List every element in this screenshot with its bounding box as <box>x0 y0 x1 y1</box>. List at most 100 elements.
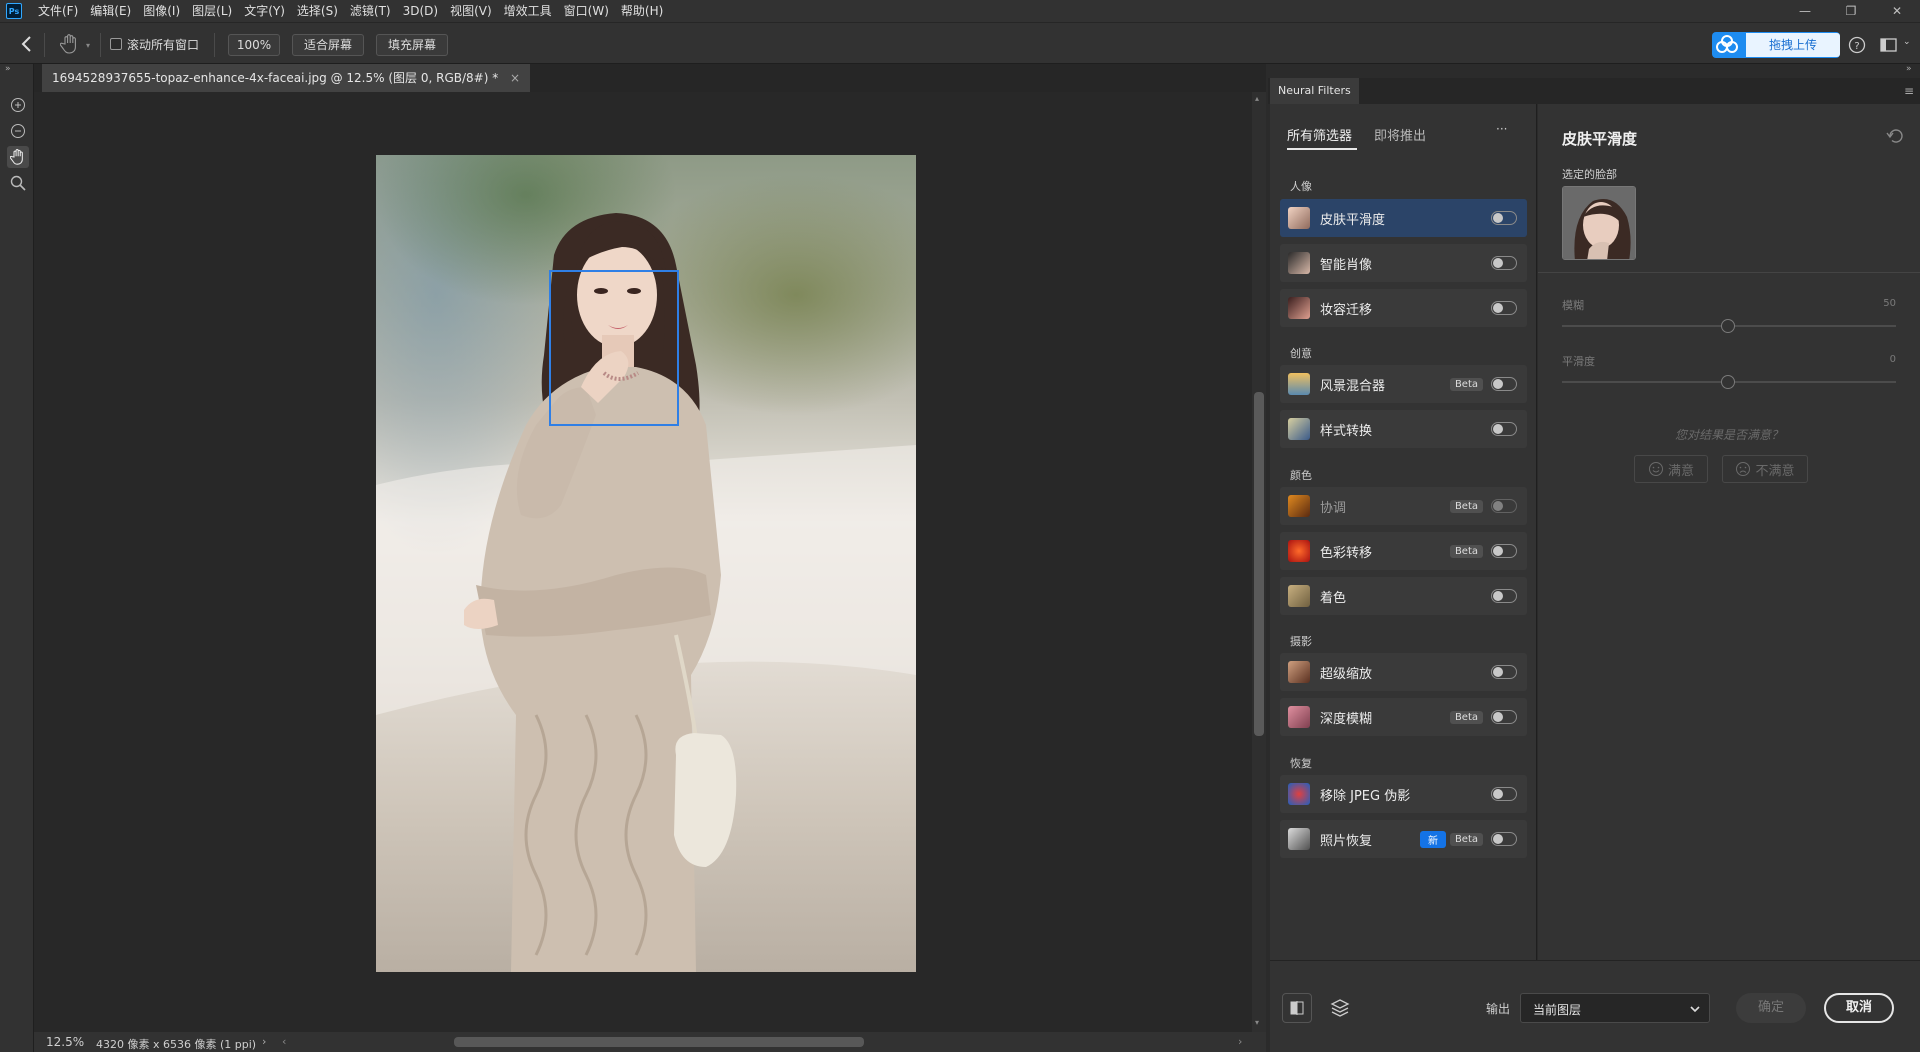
hand-icon[interactable] <box>7 146 29 168</box>
upload-label: 拖拽上传 <box>1746 33 1840 57</box>
output-label: 输出 <box>1486 1002 1511 1016</box>
fill-screen-button[interactable]: 填充屏幕 <box>376 34 448 56</box>
filter-toggle[interactable] <box>1491 301 1517 315</box>
collapse-tools-icon[interactable]: » <box>5 64 11 74</box>
filter-row-landscape-mixer[interactable]: 风景混合器 Beta <box>1280 365 1527 403</box>
photo-restore-thumbnail-icon <box>1288 828 1310 850</box>
workspace-icon[interactable] <box>1880 37 1898 53</box>
menu-select[interactable]: 选择(S) <box>291 0 344 22</box>
filter-toggle[interactable] <box>1491 787 1517 801</box>
super-zoom-thumbnail-icon <box>1288 661 1310 683</box>
smoothness-slider-handle[interactable] <box>1721 375 1735 389</box>
document-tab[interactable]: 1694528937655-topaz-enhance-4x-faceai.jp… <box>42 64 531 92</box>
collapse-panel-icon[interactable]: » <box>1906 64 1912 74</box>
menu-plugins[interactable]: 增效工具 <box>498 0 558 22</box>
filter-row-color-transfer[interactable]: 色彩转移 Beta <box>1280 532 1527 570</box>
harmonize-thumbnail-icon <box>1288 495 1310 517</box>
beta-badge: Beta <box>1449 377 1483 391</box>
filter-row-colorize[interactable]: 着色 <box>1280 577 1527 615</box>
filter-toggle[interactable] <box>1491 422 1517 436</box>
satisfied-button[interactable]: 满意 <box>1634 455 1708 483</box>
document-image <box>376 155 916 972</box>
zoom-in-icon[interactable] <box>7 94 29 116</box>
category-portrait: 人像 <box>1290 180 1312 193</box>
restore-icon[interactable]: ❐ <box>1828 0 1874 22</box>
makeup-thumbnail-icon <box>1288 297 1310 319</box>
filter-toggle[interactable] <box>1491 499 1517 513</box>
filter-row-style-transfer[interactable]: 样式转换 <box>1280 410 1527 448</box>
blur-value: 50 <box>1883 298 1896 309</box>
scroll-left-icon[interactable]: ‹ <box>282 1035 286 1048</box>
filter-toggle[interactable] <box>1491 832 1517 846</box>
filter-row-skin-smoothing[interactable]: 皮肤平滑度 <box>1280 199 1527 237</box>
zoom-out-icon[interactable] <box>7 120 29 142</box>
menu-edit[interactable]: 编辑(E) <box>84 0 137 22</box>
fit-screen-button[interactable]: 适合屏幕 <box>292 34 364 56</box>
filter-toggle[interactable] <box>1491 211 1517 225</box>
menu-bar: Ps 文件(F) 编辑(E) 图像(I) 图层(L) 文字(Y) 选择(S) 滤… <box>0 0 1920 22</box>
panel-menu-icon[interactable]: ≡ <box>1904 84 1914 98</box>
magnifier-icon[interactable] <box>7 172 29 194</box>
upload-button[interactable]: 拖拽上传 <box>1712 32 1840 58</box>
beta-badge: Beta <box>1449 544 1483 558</box>
skin-thumbnail-icon <box>1288 207 1310 229</box>
ok-button[interactable]: 确定 <box>1736 993 1806 1023</box>
more-options-icon[interactable]: ··· <box>1496 122 1507 136</box>
tab-all-filters[interactable]: 所有筛选器 <box>1287 125 1352 144</box>
filter-label: 色彩转移 <box>1320 545 1373 561</box>
filter-toggle[interactable] <box>1491 665 1517 679</box>
filter-row-depth-blur[interactable]: 深度模糊 Beta <box>1280 698 1527 736</box>
category-restore: 恢复 <box>1290 757 1312 770</box>
workspace-chevron-icon[interactable]: ⌄ <box>1903 37 1911 47</box>
menu-filter[interactable]: 滤镜(T) <box>344 0 397 22</box>
minimize-icon[interactable]: — <box>1782 0 1828 22</box>
filter-row-smart-portrait[interactable]: 智能肖像 <box>1280 244 1527 282</box>
vertical-scroll-thumb[interactable] <box>1254 392 1264 736</box>
filter-row-harmonization[interactable]: 协调 Beta <box>1280 487 1527 525</box>
filter-toggle[interactable] <box>1491 256 1517 270</box>
scroll-right-icon[interactable]: › <box>1238 1035 1242 1048</box>
filter-row-jpeg-removal[interactable]: 移除 JPEG 伪影 <box>1280 775 1527 813</box>
close-icon[interactable]: ✕ <box>1874 0 1920 22</box>
feedback-question: 您对结果是否满意？ <box>1674 428 1783 442</box>
menu-layer[interactable]: 图层(L) <box>186 0 238 22</box>
filter-row-makeup-transfer[interactable]: 妆容迁移 <box>1280 289 1527 327</box>
menu-type[interactable]: 文字(Y) <box>238 0 291 22</box>
layers-icon[interactable] <box>1330 998 1350 1018</box>
unsatisfied-button[interactable]: 不满意 <box>1722 455 1808 483</box>
cancel-button[interactable]: 取消 <box>1824 993 1894 1023</box>
scroll-all-checkbox[interactable] <box>110 38 122 50</box>
menu-image[interactable]: 图像(I) <box>137 0 186 22</box>
blur-slider-handle[interactable] <box>1721 319 1735 333</box>
filter-toggle[interactable] <box>1491 544 1517 558</box>
help-icon[interactable]: ? <box>1848 36 1866 54</box>
filter-toggle[interactable] <box>1491 710 1517 724</box>
menu-3d[interactable]: 3D(D) <box>397 0 444 22</box>
preview-toggle-button[interactable] <box>1282 993 1312 1023</box>
output-select[interactable]: 当前图层 <box>1520 993 1710 1023</box>
reset-icon[interactable] <box>1886 128 1904 144</box>
status-dimensions: 4320 像素 x 6536 像素 (1 ppi) <box>96 1038 257 1051</box>
menu-file[interactable]: 文件(F) <box>32 0 84 22</box>
filter-row-super-zoom[interactable]: 超级缩放 <box>1280 653 1527 691</box>
horizontal-scroll-thumb[interactable] <box>454 1037 864 1047</box>
smile-icon <box>1648 462 1663 476</box>
back-chevron-icon[interactable] <box>20 35 34 53</box>
status-menu-chevron-icon[interactable]: › <box>262 1035 266 1048</box>
menu-window[interactable]: 窗口(W) <box>558 0 615 22</box>
menu-view[interactable]: 视图(V) <box>444 0 498 22</box>
status-zoom[interactable]: 12.5% <box>46 1035 84 1049</box>
face-preview-image <box>1563 187 1635 259</box>
menu-help[interactable]: 帮助(H) <box>615 0 669 22</box>
close-tab-icon[interactable]: × <box>510 71 520 85</box>
document-title: 1694528937655-topaz-enhance-4x-faceai.jp… <box>52 71 499 85</box>
filter-toggle[interactable] <box>1491 589 1517 603</box>
zoom-100-button[interactable]: 100% <box>228 34 280 56</box>
neural-filters-tab[interactable]: Neural Filters <box>1270 78 1359 104</box>
tool-dropdown-icon[interactable]: ▾ <box>86 41 90 50</box>
hand-tool-icon[interactable] <box>60 33 80 55</box>
face-thumbnail[interactable] <box>1562 186 1636 260</box>
tab-coming-soon[interactable]: 即将推出 <box>1374 125 1426 144</box>
filter-row-photo-restoration[interactable]: 照片恢复 新 Beta <box>1280 820 1527 858</box>
filter-toggle[interactable] <box>1491 377 1517 391</box>
